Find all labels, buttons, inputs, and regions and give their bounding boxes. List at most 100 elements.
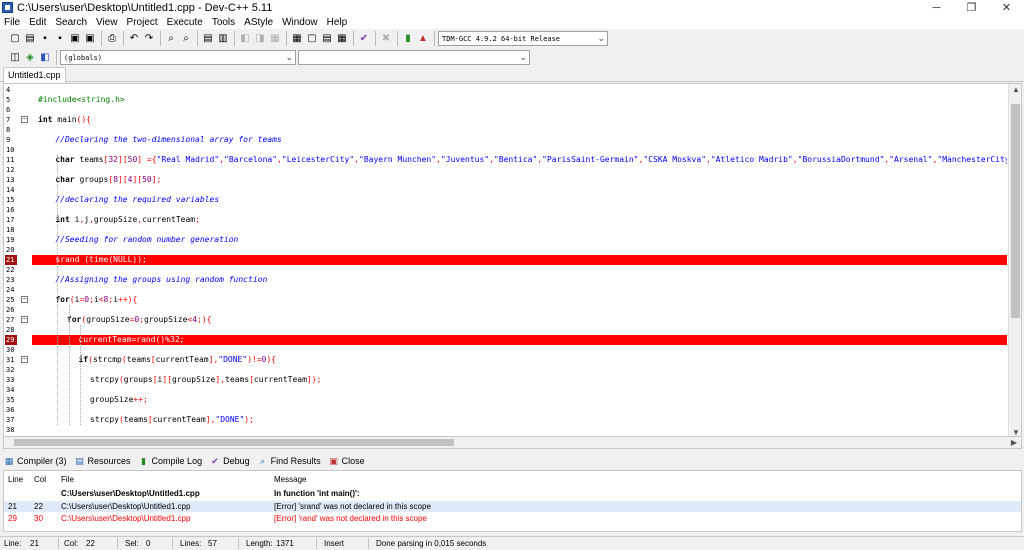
- fold-toggle-icon[interactable]: −: [21, 316, 28, 323]
- replace-icon[interactable]: ⌕: [179, 32, 193, 46]
- code-line[interactable]: strcpy(teams[currentTeam], "DONE");: [32, 415, 1007, 425]
- menu-search[interactable]: Search: [55, 17, 87, 28]
- code-line[interactable]: #include<string.h>: [32, 95, 1007, 105]
- new-file-icon[interactable]: ▢: [8, 32, 22, 46]
- code-line[interactable]: char teams[32][50] ={"Real Madrid", "Barc…: [32, 155, 1007, 165]
- find-icon[interactable]: ⌕: [164, 32, 178, 46]
- tab-compiler[interactable]: ▦ Compiler (3): [4, 456, 67, 466]
- code-line[interactable]: [32, 145, 1007, 155]
- tab-untitled1[interactable]: Untitled1.cpp: [3, 67, 66, 83]
- code-line[interactable]: [32, 285, 1007, 295]
- code-line[interactable]: [32, 185, 1007, 195]
- tab-close[interactable]: ▣ Close: [329, 456, 364, 466]
- code-line[interactable]: [32, 85, 1007, 95]
- tab-resources[interactable]: ▤ Resources: [75, 456, 130, 466]
- menu-astyle[interactable]: AStyle: [244, 17, 273, 28]
- goto-bookmark-icon[interactable]: ◧: [38, 51, 52, 65]
- scope-select[interactable]: (globals) ⌄: [60, 50, 296, 65]
- code-line[interactable]: //Declaring the two-dimensional array fo…: [32, 135, 1007, 145]
- code-line-error[interactable]: currentTeam=rand()%32;: [32, 335, 1007, 345]
- save-icon[interactable]: ▪: [38, 32, 52, 46]
- symbol-select[interactable]: ⌄: [298, 50, 530, 65]
- menu-help[interactable]: Help: [327, 17, 348, 28]
- minimize-button[interactable]: ─: [919, 0, 954, 15]
- fold-toggle-icon[interactable]: −: [21, 296, 28, 303]
- horizontal-scrollbar[interactable]: ▶: [3, 437, 1022, 449]
- code-line[interactable]: [32, 305, 1007, 315]
- toggle-bookmark-icon[interactable]: ◈: [23, 51, 37, 65]
- header-message[interactable]: Message: [274, 474, 306, 485]
- goto-function-icon[interactable]: ▥: [216, 32, 230, 46]
- code-area[interactable]: #include<string.h> int main(){ //Declaring…: [32, 84, 1007, 436]
- code-line[interactable]: //Assigning the groups using random func…: [32, 275, 1007, 285]
- fold-toggle-icon[interactable]: −: [21, 356, 28, 363]
- tab-debug[interactable]: ✔ Debug: [210, 456, 249, 466]
- code-line[interactable]: [32, 125, 1007, 135]
- profile-icon[interactable]: ▮: [401, 32, 415, 46]
- redo-icon[interactable]: ↷: [142, 32, 156, 46]
- code-line[interactable]: for(groupSize = 0; groupSize <4 ;){: [32, 315, 1007, 325]
- stop-execution-icon[interactable]: ✖: [379, 32, 393, 46]
- menu-project[interactable]: Project: [127, 17, 158, 28]
- message-row[interactable]: 29 30 C:\Users\user\Desktop\Untitled1.cp…: [4, 513, 1021, 524]
- fold-toggle-icon[interactable]: −: [21, 116, 28, 123]
- code-line[interactable]: [32, 245, 1007, 255]
- code-line[interactable]: [32, 425, 1007, 435]
- code-line[interactable]: [32, 205, 1007, 215]
- code-line[interactable]: groupSize ++;: [32, 395, 1007, 405]
- menu-edit[interactable]: Edit: [29, 17, 46, 28]
- scroll-down-arrow-icon[interactable]: ▼: [1012, 428, 1020, 436]
- code-line[interactable]: strcpy(groups[i][groupSize], teams[curren…: [32, 375, 1007, 385]
- maximize-button[interactable]: ❐: [954, 0, 989, 15]
- insert-icon[interactable]: ◫: [8, 51, 22, 65]
- menu-execute[interactable]: Execute: [167, 17, 203, 28]
- new-project-icon[interactable]: ◧: [238, 32, 252, 46]
- save-all-icon[interactable]: ▪: [53, 32, 67, 46]
- message-row[interactable]: C:\Users\user\Desktop\Untitled1.cpp In f…: [4, 488, 1021, 499]
- menu-file[interactable]: File: [4, 17, 20, 28]
- code-line[interactable]: //Seeding for random number generation: [32, 235, 1007, 245]
- scroll-right-arrow-icon[interactable]: ▶: [1011, 438, 1017, 447]
- horizontal-scroll-thumb[interactable]: [14, 439, 454, 446]
- menu-tools[interactable]: Tools: [212, 17, 235, 28]
- remove-from-project-icon[interactable]: ▦: [268, 32, 282, 46]
- code-line[interactable]: [32, 345, 1007, 355]
- code-line[interactable]: [32, 365, 1007, 375]
- code-line[interactable]: [32, 105, 1007, 115]
- code-line[interactable]: [32, 325, 1007, 335]
- code-line[interactable]: //declaring the required variables: [32, 195, 1007, 205]
- close-button[interactable]: ✕: [989, 0, 1024, 15]
- vertical-scroll-thumb[interactable]: [1011, 104, 1020, 318]
- close-all-icon[interactable]: ▣: [83, 32, 97, 46]
- code-line[interactable]: [32, 385, 1007, 395]
- menu-view[interactable]: View: [96, 17, 118, 28]
- goto-line-icon[interactable]: ▤: [201, 32, 215, 46]
- code-line[interactable]: [32, 165, 1007, 175]
- code-line[interactable]: [32, 225, 1007, 235]
- close-file-icon[interactable]: ▣: [68, 32, 82, 46]
- menu-window[interactable]: Window: [282, 17, 318, 28]
- header-col[interactable]: Col: [34, 474, 46, 485]
- undo-icon[interactable]: ↶: [127, 32, 141, 46]
- syntax-check-icon[interactable]: ✔: [357, 32, 371, 46]
- tab-compile-log[interactable]: ▮ Compile Log: [139, 456, 202, 466]
- compiler-select[interactable]: TDM-GCC 4.9.2 64-bit Release ⌄: [438, 31, 608, 46]
- code-line[interactable]: int main(){: [32, 115, 1007, 125]
- vertical-scrollbar[interactable]: ▲ ▼: [1008, 84, 1021, 436]
- scroll-up-arrow-icon[interactable]: ▲: [1012, 85, 1020, 94]
- code-line[interactable]: [32, 405, 1007, 415]
- message-row[interactable]: 21 22 C:\Users\user\Desktop\Untitled1.cp…: [4, 501, 1021, 512]
- delete-profile-icon[interactable]: ▲: [416, 32, 430, 46]
- open-file-icon[interactable]: ▤: [23, 32, 37, 46]
- compile-run-icon[interactable]: ▤: [320, 32, 334, 46]
- run-icon[interactable]: ▢: [305, 32, 319, 46]
- code-line[interactable]: char groups[8][4][50];: [32, 175, 1007, 185]
- print-icon[interactable]: ⎙: [105, 32, 119, 46]
- header-file[interactable]: File: [61, 474, 74, 485]
- add-to-project-icon[interactable]: ◨: [253, 32, 267, 46]
- code-line[interactable]: int i, j, groupSize, currentTeam;: [32, 215, 1007, 225]
- code-line[interactable]: for(i = 0; i <8; i ++){: [32, 295, 1007, 305]
- code-line[interactable]: [32, 265, 1007, 275]
- compile-icon[interactable]: ▦: [290, 32, 304, 46]
- header-line[interactable]: Line: [8, 474, 23, 485]
